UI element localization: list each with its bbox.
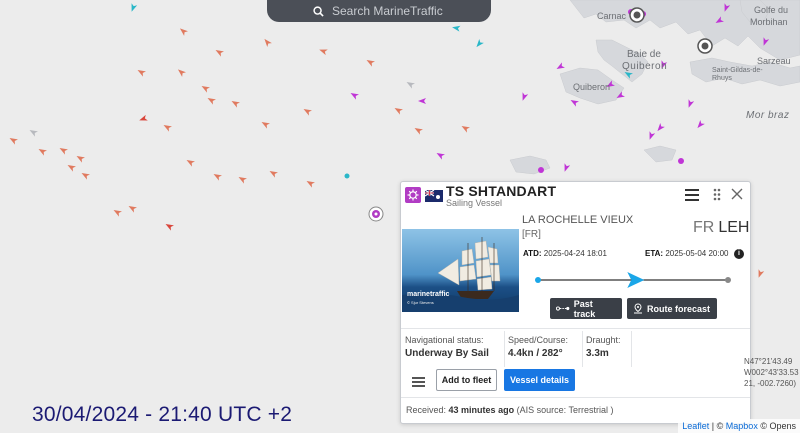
nav-status-label: Navigational status: bbox=[405, 335, 484, 345]
coord-dec: 21, -002.7260) bbox=[744, 379, 797, 388]
map-label-saint-gildas: Saint-Gildas-de-Rhuys bbox=[712, 67, 763, 82]
close-icon[interactable] bbox=[731, 187, 743, 205]
drag-handle-icon[interactable] bbox=[713, 188, 721, 206]
vessel-name: TS SHTANDART bbox=[446, 183, 557, 199]
vessel-info-card: TS SHTANDART Sailing Vessel marinetraffi… bbox=[400, 181, 751, 424]
destination-locode: FR LEH bbox=[693, 219, 749, 237]
vessel-card-header: TS SHTANDART Sailing Vessel bbox=[401, 182, 750, 212]
vessel-stationary-marker[interactable] bbox=[538, 167, 544, 173]
port-icon[interactable] bbox=[697, 38, 713, 54]
search-icon bbox=[313, 5, 324, 17]
locode-country: FR bbox=[693, 219, 715, 236]
ais-source: (AIS source: Terrestrial ) bbox=[516, 405, 614, 415]
timestamp-overlay: 30/04/2024 - 21:40 UTC +2 bbox=[32, 403, 293, 426]
speed-course-label: Speed/Course: bbox=[508, 335, 569, 345]
nav-status-value: Underway By Sail bbox=[405, 348, 489, 359]
eta-label: ETA: bbox=[645, 249, 664, 258]
eta-value: 2025-05-04 20:00 bbox=[665, 249, 729, 258]
received-value: 43 minutes ago bbox=[448, 405, 515, 415]
photo-watermark: marinetraffic bbox=[407, 291, 450, 298]
route-pin-icon bbox=[634, 303, 642, 314]
route-forecast-label: Route forecast bbox=[647, 303, 711, 314]
divider bbox=[504, 331, 505, 367]
speed-course-value: 4.4kn / 282° bbox=[508, 348, 563, 359]
map-label-quiberon: Quiberon bbox=[622, 61, 668, 72]
vessel-type: Sailing Vessel bbox=[446, 198, 503, 208]
selected-vessel-marker[interactable] bbox=[368, 206, 384, 222]
photo-credit: © Sjur Stevens bbox=[407, 300, 434, 305]
map-attribution: Leaflet | © Mapbox © Opens bbox=[678, 419, 800, 433]
leaflet-link[interactable]: Leaflet bbox=[682, 421, 709, 431]
divider bbox=[401, 328, 750, 329]
map-label-golfe: Golfe du bbox=[754, 5, 789, 15]
sailing-vessel-icon bbox=[405, 187, 421, 203]
vessel-stationary-marker[interactable] bbox=[344, 173, 350, 179]
draught-value: 3.3m bbox=[586, 348, 609, 359]
map-label-carnac: Carnac bbox=[597, 11, 627, 21]
menu-icon[interactable] bbox=[685, 189, 699, 201]
atd-value: 2025-04-24 18:01 bbox=[543, 249, 607, 258]
search-bar[interactable]: Search MarineTraffic bbox=[267, 0, 491, 22]
map-label-mor-braz: Mor braz bbox=[746, 110, 790, 121]
coord-lat: N47°21'43.49 bbox=[744, 357, 793, 366]
divider bbox=[631, 331, 632, 367]
more-menu-icon[interactable] bbox=[412, 377, 425, 387]
map-label-sarzeau: Sarzeau bbox=[757, 56, 791, 66]
atd-row: ATD: 2025-04-24 18:01 bbox=[523, 249, 607, 258]
destination-country: [FR] bbox=[522, 229, 541, 240]
track-icon bbox=[556, 306, 570, 311]
map-label-quiberon-town: Quiberon bbox=[573, 82, 611, 92]
received-info: Received: 43 minutes ago (AIS source: Te… bbox=[406, 405, 613, 415]
vessel-stationary-marker[interactable] bbox=[678, 158, 684, 164]
divider bbox=[582, 331, 583, 367]
flag-icon bbox=[424, 189, 443, 202]
map-label-baie: Baie de bbox=[627, 49, 661, 60]
vessel-photo[interactable]: marinetraffic © Sjur Stevens bbox=[402, 229, 519, 312]
vessel-details-button[interactable]: Vessel details bbox=[504, 369, 575, 391]
received-label: Received: bbox=[406, 405, 447, 415]
cursor-coordinates: N47°21'43.49 W002°43'33.53 21, -002.7260… bbox=[744, 356, 800, 389]
route-forecast-button[interactable]: Route forecast bbox=[627, 298, 717, 319]
destination-name[interactable]: LA ROCHELLE VIEUX bbox=[522, 214, 633, 226]
map-label-morbihan: Morbihan bbox=[750, 17, 788, 27]
past-track-label: Past track bbox=[573, 298, 596, 319]
atd-label: ATD: bbox=[523, 249, 542, 258]
voyage-progress-bar bbox=[535, 272, 731, 288]
mapbox-link[interactable]: Mapbox bbox=[726, 421, 758, 431]
eta-row: ETA: 2025-05-04 20:00 bbox=[645, 249, 728, 258]
port-icon[interactable] bbox=[629, 7, 645, 23]
divider bbox=[401, 397, 750, 398]
info-icon[interactable]: i bbox=[734, 249, 744, 259]
add-to-fleet-button[interactable]: Add to fleet bbox=[436, 369, 497, 391]
attribution-sep: | © bbox=[711, 421, 724, 431]
past-track-button[interactable]: Past track bbox=[550, 298, 622, 319]
draught-label: Draught: bbox=[586, 335, 621, 345]
attribution-sep: © Opens bbox=[760, 421, 796, 431]
locode-port: LEH bbox=[718, 219, 750, 236]
coord-lon: W002°43'33.53 bbox=[744, 368, 799, 377]
search-placeholder: Search MarineTraffic bbox=[332, 4, 443, 18]
